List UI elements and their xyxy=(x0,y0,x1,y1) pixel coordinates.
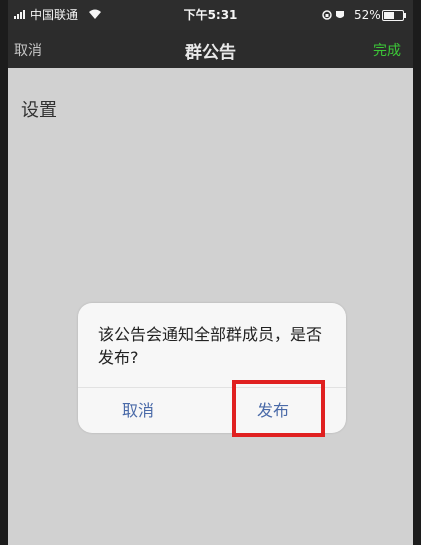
phone-screen: 中国联通 下午5:31 52% 取消 群公告 完成 设置 该公告会通知全部群成员… xyxy=(8,0,413,545)
dialog-message: 该公告会通知全部群成员，是否发布? xyxy=(98,325,323,367)
modal-overlay xyxy=(8,0,413,545)
dialog-cancel-button[interactable]: 取消 xyxy=(122,397,154,421)
highlight-box xyxy=(232,380,325,437)
